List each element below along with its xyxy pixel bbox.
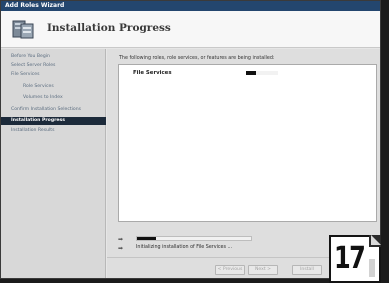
title-bar: Add Roles Wizard xyxy=(1,1,380,11)
progress-icon: ➡ xyxy=(118,236,124,243)
sidebar-item-file-services[interactable]: File Services xyxy=(1,71,106,79)
sidebar-item-installation-progress[interactable]: Installation Progress xyxy=(1,117,106,125)
sidebar-item-select-server-roles[interactable]: Select Server Roles xyxy=(1,62,106,70)
item-progress-bar xyxy=(246,71,278,75)
next-button[interactable]: Next > xyxy=(248,265,278,275)
wizard-steps-sidebar: Before You Begin Select Server Roles Fil… xyxy=(1,49,106,278)
sidebar-item-role-services[interactable]: Role Services xyxy=(1,83,106,91)
sidebar-item-confirm-installation[interactable]: Confirm Installation Selections xyxy=(1,106,106,114)
wizard-header: Installation Progress xyxy=(1,11,380,48)
step-number: 17 xyxy=(334,241,366,276)
status-text: Initializing installation of File Servic… xyxy=(136,245,233,250)
install-button[interactable]: Install xyxy=(292,265,322,275)
step-number-badge: 17 xyxy=(329,235,381,283)
list-item-label: File Services xyxy=(133,70,172,76)
badge-mark xyxy=(369,259,375,277)
sidebar-item-volumes-to-index[interactable]: Volumes to Index xyxy=(1,94,106,102)
window-title: Add Roles Wizard xyxy=(5,2,65,9)
sidebar-item-before-you-begin[interactable]: Before You Begin xyxy=(1,53,106,61)
wizard-window: Add Roles Wizard Installation Progress B… xyxy=(0,0,381,279)
previous-button[interactable]: < Previous xyxy=(215,265,245,275)
intro-text: The following roles, role services, or f… xyxy=(119,56,275,61)
page-title: Installation Progress xyxy=(47,22,171,34)
sidebar-item-installation-results[interactable]: Installation Results xyxy=(1,127,106,135)
status-icon: ➡ xyxy=(118,245,124,252)
install-items-list: File Services xyxy=(118,64,377,222)
overall-progress-bar xyxy=(136,236,252,241)
right-border xyxy=(381,0,389,283)
server-roles-icon xyxy=(12,20,34,39)
item-progress-fill xyxy=(246,71,256,75)
overall-progress-fill xyxy=(137,237,157,240)
page-corner xyxy=(369,235,381,247)
